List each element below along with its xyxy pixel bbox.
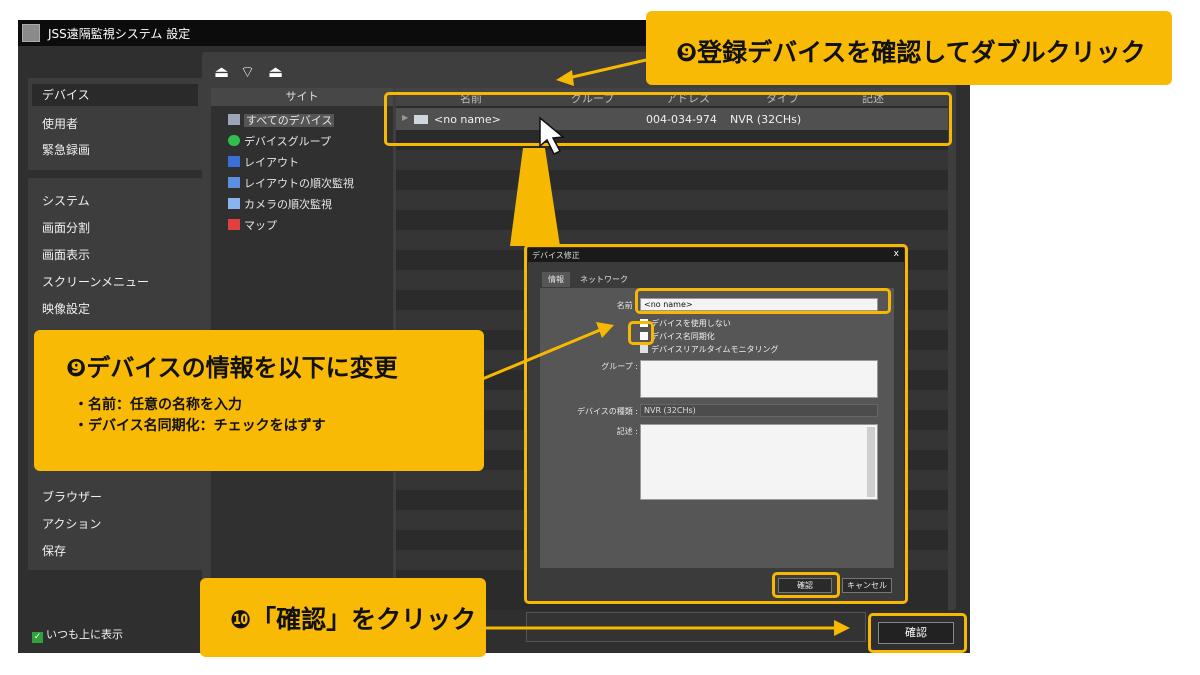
tree-item-layout[interactable]: レイアウト (228, 154, 299, 170)
tree-item-all-devices[interactable]: すべてのデバイス (228, 112, 335, 128)
cube-icon (228, 135, 240, 146)
callout-title: ❾デバイスの情報を以下に変更 (66, 354, 398, 382)
highlight-dialog-ok (772, 572, 840, 598)
highlight-sync-checkbox (628, 321, 654, 345)
sidebar-item-display[interactable]: 画面表示 (42, 246, 90, 263)
tree-item-map[interactable]: マップ (228, 217, 277, 233)
highlight-confirm-button (868, 613, 967, 653)
site-header: サイト (211, 88, 393, 106)
callout-line: ・デバイス名同期化：チェックをはずす (74, 418, 326, 434)
sidebar-item-screen-menu[interactable]: スクリーンメニュー (42, 273, 149, 290)
tree-item-device-group[interactable]: デバイスグループ (228, 133, 331, 149)
sidebar-item-action[interactable]: アクション (42, 515, 101, 532)
sidebar-menu-device: デバイス 使用者 緊急録画 (28, 78, 202, 170)
callout-step9-doubleclick: ❾登録デバイスを確認してダブルクリック (646, 11, 1172, 85)
always-on-top-label: いつも上に表示 (46, 628, 123, 641)
tree-item-layout-sequence[interactable]: レイアウトの順次監視 (228, 175, 354, 191)
sidebar-item-browser[interactable]: ブラウザー (42, 488, 102, 505)
sidebar-item-emergency-rec[interactable]: 緊急録画 (42, 141, 90, 158)
list-stripe (396, 150, 948, 170)
sidebar-item-system[interactable]: システム (42, 192, 90, 209)
sidebar-item-split[interactable]: 画面分割 (42, 219, 90, 236)
sidebar-item-save[interactable]: 保存 (42, 542, 66, 559)
tree-item-camera-sequence[interactable]: カメラの順次監視 (228, 196, 332, 212)
sidebar-item-video[interactable]: 映像設定 (42, 300, 90, 317)
highlight-name-field (635, 288, 891, 314)
map-icon (228, 219, 240, 230)
sidebar-item-device[interactable]: デバイス (32, 84, 198, 106)
callout-line: ・名前：任意の名称を入力 (74, 397, 242, 413)
server-icon (228, 114, 240, 125)
checkbox-checked-icon: ✓ (32, 632, 43, 643)
upload-icon[interactable]: ⏏ (214, 62, 229, 81)
eject-icon[interactable]: ⏏ (268, 62, 283, 81)
highlight-device-row (384, 92, 952, 146)
layout-icon (228, 156, 240, 167)
list-stripe (396, 190, 948, 210)
window-title: JSS遠隔監視システム 設定 (48, 27, 191, 41)
layout-sequence-icon (228, 177, 240, 188)
always-on-top-checkbox[interactable]: ✓ いつも上に表示 (32, 626, 123, 643)
bottom-bar (526, 612, 866, 642)
wireless-icon[interactable]: ⌔ (240, 62, 255, 82)
camera-sequence-icon (228, 198, 240, 209)
callout-step9-edit: ❾デバイスの情報を以下に変更 ・名前：任意の名称を入力 ・デバイス名同期化：チェ… (34, 330, 484, 471)
app-icon (22, 24, 40, 42)
callout-step10-confirm: ❿「確認」をクリック (200, 578, 486, 657)
sidebar-item-users[interactable]: 使用者 (42, 115, 78, 132)
